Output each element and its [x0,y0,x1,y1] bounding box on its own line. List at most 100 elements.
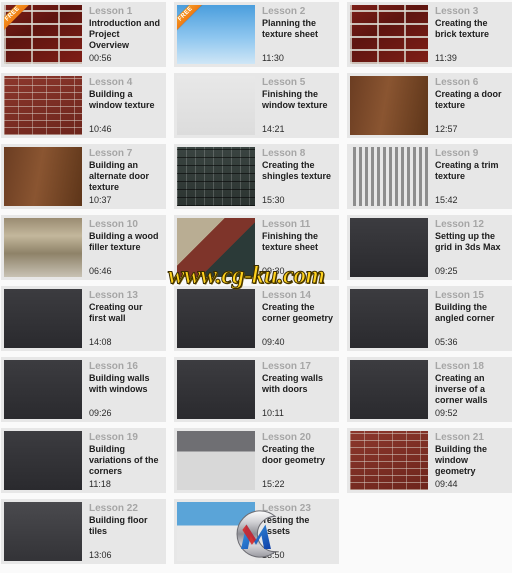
lesson-card[interactable]: Lesson 12 Setting up the grid in 3ds Max 0… [347,215,512,280]
lesson-duration: 09:25 [435,266,458,276]
lesson-title: Building a window texture [89,89,155,110]
thumbnail-image [4,289,82,348]
lesson-thumbnail[interactable] [4,431,82,490]
lesson-duration: 10:46 [89,124,112,134]
lesson-duration: 09:30 [262,266,285,276]
lesson-info: Lesson 17 Creating walls with doors 10:11 [255,357,339,422]
thumbnail-image [350,5,428,64]
lesson-thumbnail[interactable] [350,360,428,419]
lesson-info: Lesson 23 Testing the assets 13:50 [255,499,339,564]
lesson-card[interactable]: Lesson 8 Creating the shingles texture 15:… [174,144,339,209]
lesson-thumbnail[interactable]: FREE [4,5,82,64]
lesson-card[interactable]: Lesson 23 Testing the assets 13:50 [174,499,339,564]
lesson-number: Lesson 18 [435,361,484,372]
lesson-thumbnail[interactable] [177,147,255,206]
lesson-thumbnail[interactable] [4,360,82,419]
lesson-card[interactable]: Lesson 17 Creating walls with doors 10:11 [174,357,339,422]
lesson-number: Lesson 17 [262,361,311,372]
lesson-number: Lesson 14 [262,290,311,301]
lesson-duration: 13:50 [262,550,285,560]
lesson-card[interactable]: Lesson 4 Building a window texture 10:46 [1,73,166,138]
lesson-title: Creating an inverse of a corner walls [435,373,488,405]
lesson-title: Creating the shingles texture [262,160,332,181]
lesson-title: Building floor tiles [89,515,148,536]
lesson-card[interactable]: Lesson 20 Creating the door geometry 15:22 [174,428,339,493]
lesson-card[interactable]: Lesson 7 Building an alternate door textu… [1,144,166,209]
lesson-card[interactable]: Lesson 18 Creating an inverse of a corner… [347,357,512,422]
lesson-thumbnail[interactable]: FREE [177,5,255,64]
lesson-number: Lesson 3 [435,6,479,17]
lesson-duration: 11:30 [262,53,284,63]
lesson-number: Lesson 2 [262,6,306,17]
lesson-thumbnail[interactable] [177,218,255,277]
lesson-thumbnail[interactable] [350,5,428,64]
thumbnail-image [350,147,428,206]
lesson-title: Building walls with windows [89,373,150,394]
thumbnail-image [4,502,82,561]
thumbnail-image [350,360,428,419]
thumbnail-image [177,218,255,277]
lesson-number: Lesson 8 [262,148,306,159]
lesson-thumbnail[interactable] [177,289,255,348]
lesson-info: Lesson 10 Building a wood filler texture 0… [82,215,166,280]
lesson-card[interactable]: Lesson 19 Building variations of the corn… [1,428,166,493]
lesson-card[interactable]: Lesson 16 Building walls with windows 09:2… [1,357,166,422]
lesson-thumbnail[interactable] [350,289,428,348]
lesson-card[interactable]: Lesson 11 Finishing the texture sheet 09:3… [174,215,339,280]
thumbnail-image [4,147,82,206]
thumbnail-image [177,431,255,490]
thumbnail-image [350,431,428,490]
thumbnail-image [177,76,255,135]
lesson-thumbnail[interactable] [350,431,428,490]
lesson-duration: 06:46 [89,266,112,276]
lesson-thumbnail[interactable] [4,76,82,135]
lesson-info: Lesson 14 Creating the corner geometry 09:… [255,286,339,351]
lesson-thumbnail[interactable] [4,289,82,348]
lesson-card[interactable]: Lesson 9 Creating a trim texture 15:42 [347,144,512,209]
lesson-card[interactable]: FREE Lesson 1 Introduction and Project Ove… [1,2,166,67]
empty-grid-cell [347,499,512,564]
lesson-number: Lesson 12 [435,219,484,230]
lesson-card[interactable]: Lesson 5 Finishing the window texture 14:2… [174,73,339,138]
lesson-thumbnail[interactable] [177,431,255,490]
lesson-thumbnail[interactable] [350,76,428,135]
lesson-info: Lesson 1 Introduction and Project Overvie… [82,2,166,67]
lesson-duration: 12:57 [435,124,458,134]
lesson-card[interactable]: Lesson 21 Building the window geometry 09:… [347,428,512,493]
lesson-info: Lesson 9 Creating a trim texture 15:42 [428,144,512,209]
lesson-grid: FREE Lesson 1 Introduction and Project Ove… [0,0,512,564]
thumbnail-image [4,218,82,277]
lesson-card[interactable]: Lesson 10 Building a wood filler texture 0… [1,215,166,280]
lesson-thumbnail[interactable] [4,502,82,561]
lesson-thumbnail[interactable] [177,360,255,419]
thumbnail-image [177,502,255,561]
lesson-number: Lesson 6 [435,77,479,88]
lesson-info: Lesson 21 Building the window geometry 09:… [428,428,512,493]
lesson-card[interactable]: Lesson 15 Building the angled corner 05:36 [347,286,512,351]
lesson-thumbnail[interactable] [350,218,428,277]
lesson-number: Lesson 1 [89,6,133,17]
lesson-card[interactable]: Lesson 3 Creating the brick texture 11:39 [347,2,512,67]
lesson-thumbnail[interactable] [350,147,428,206]
lesson-info: Lesson 15 Building the angled corner 05:36 [428,286,512,351]
lesson-card[interactable]: Lesson 6 Creating a door texture 12:57 [347,73,512,138]
lesson-duration: 14:21 [262,124,285,134]
lesson-number: Lesson 21 [435,432,484,443]
lesson-title: Setting up the grid in 3ds Max [435,231,501,252]
lesson-number: Lesson 22 [89,503,138,514]
lesson-duration: 09:26 [89,408,112,418]
lesson-thumbnail[interactable] [177,76,255,135]
lesson-info: Lesson 2 Planning the texture sheet 11:30 [255,2,339,67]
lesson-card[interactable]: Lesson 22 Building floor tiles 13:06 [1,499,166,564]
lesson-card[interactable]: Lesson 14 Creating the corner geometry 09:… [174,286,339,351]
lesson-info: Lesson 22 Building floor tiles 13:06 [82,499,166,564]
lesson-title: Creating our first wall [89,302,143,323]
lesson-card[interactable]: FREE Lesson 2 Planning the texture sheet 11… [174,2,339,67]
thumbnail-image [4,76,82,135]
lesson-thumbnail[interactable] [4,147,82,206]
lesson-info: Lesson 8 Creating the shingles texture 15:… [255,144,339,209]
lesson-thumbnail[interactable] [4,218,82,277]
lesson-thumbnail[interactable] [177,502,255,561]
lesson-card[interactable]: Lesson 13 Creating our first wall 14:08 [1,286,166,351]
lesson-number: Lesson 5 [262,77,306,88]
